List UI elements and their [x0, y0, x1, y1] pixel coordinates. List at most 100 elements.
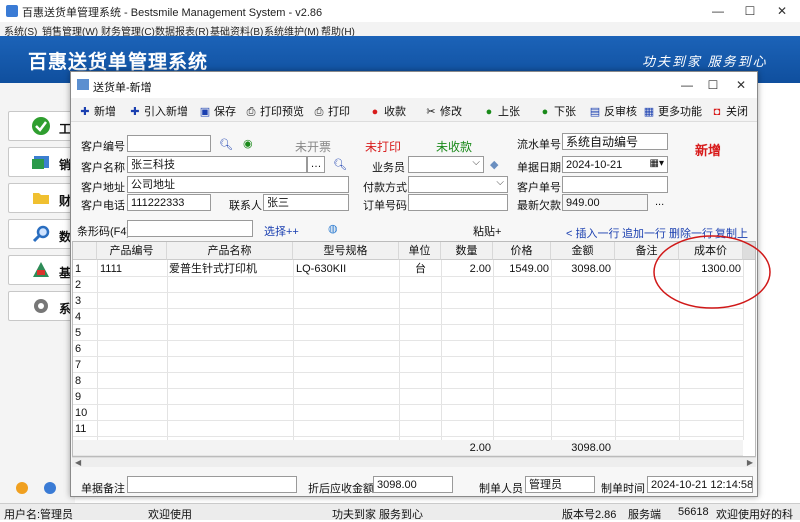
table-row[interactable]: 11 [73, 421, 743, 437]
menu-bar: 系统(S) 销售管理(W) 财务管理(C) 数据报表(R) 基础资料(B) 系统… [0, 22, 800, 38]
salesman-label: 业务员 [372, 162, 405, 174]
address-input[interactable]: 公司地址 [127, 176, 349, 193]
table-row[interactable]: 3 [73, 293, 743, 309]
contact-input[interactable]: 张三 [263, 194, 349, 211]
sidebar-item-system[interactable]: 系 [8, 291, 78, 321]
select-product-link[interactable]: 选择++ [264, 223, 299, 239]
phone-label: 客户电话 [81, 200, 125, 212]
table-row[interactable]: 6 [73, 341, 743, 357]
sidebar-item-work[interactable]: 工 [8, 111, 78, 141]
insert-row-button[interactable]: < 插入一行 [566, 225, 619, 241]
table-row[interactable]: 4 [73, 309, 743, 325]
receivable-input[interactable]: 3098.00 [373, 476, 453, 493]
remark-input[interactable] [127, 476, 297, 493]
maker-label: 制单人员 [479, 483, 523, 495]
mode-badge: 新增 [695, 143, 722, 158]
column-header[interactable]: 产品名称 [167, 242, 293, 260]
receive-payment-button[interactable]: ● 收款 [369, 103, 406, 119]
dialog-minimize-icon[interactable]: — [675, 76, 699, 94]
sidebar-item-finance[interactable]: 财 [8, 183, 78, 213]
table-row[interactable]: 2 [73, 277, 743, 293]
table-row[interactable]: 7 [73, 357, 743, 373]
sidebar-item-data[interactable]: 数 [8, 219, 78, 249]
row-number-header [73, 242, 97, 260]
delivery-note-dialog: 送货单-新增 — ☐ ✕ ✚ 新增 ✚ 引入新增 ▣ 保存 ⎙ 打印预览 ⎙ 打印 ● 收款… [70, 71, 771, 497]
search-icon[interactable]: 🔍︎ [219, 138, 233, 151]
maker-input[interactable]: 管理员 [525, 476, 595, 493]
customer-name-input[interactable]: 张三科技 [127, 156, 307, 173]
minimize-icon[interactable]: — [706, 2, 730, 20]
close-button[interactable]: ◘ 关闭 [711, 103, 748, 119]
import-new-button[interactable]: ✚ 引入新增 [129, 103, 188, 119]
contact-label: 联系人 [229, 200, 262, 212]
print-preview-button[interactable]: ⎙ 打印预览 [245, 103, 304, 119]
next-button[interactable]: ● 下张 [539, 103, 576, 119]
table-row[interactable]: 5 [73, 325, 743, 341]
search-icon [32, 225, 50, 243]
dialog-close-icon[interactable]: ✕ [729, 76, 753, 94]
more-functions-button[interactable]: ▦ 更多功能 [643, 103, 702, 119]
app-title-bar: 百惠送货单管理系统 - Bestsmile Management System … [0, 0, 800, 22]
close-icon: ◘ [713, 106, 721, 118]
calendar-icon[interactable]: ▦▾ [650, 157, 664, 171]
payment-method-select[interactable] [408, 176, 508, 193]
dialog-title: 送货单-新增 [93, 82, 152, 94]
phone-input[interactable]: 111222333 [127, 194, 211, 211]
column-header[interactable]: 金额 [551, 242, 615, 260]
diamond-icon[interactable]: ◆ [490, 158, 498, 171]
info-icon[interactable] [44, 482, 56, 494]
annotation-circle [653, 235, 771, 309]
save-button[interactable]: ▣ 保存 [199, 103, 236, 119]
maximize-icon[interactable]: ☐ [738, 2, 762, 20]
table-row[interactable]: 8 [73, 373, 743, 389]
globe-icon[interactable]: ◍ [328, 222, 338, 235]
barcode-input[interactable] [127, 220, 253, 237]
prev-button[interactable]: ● 上张 [483, 103, 520, 119]
column-header[interactable]: 价格 [493, 242, 551, 260]
serial-input[interactable]: 系统自动编号 [562, 133, 668, 150]
date-picker[interactable]: 2024-10-21 ▦▾ [562, 156, 668, 173]
status-port: 56618 [678, 506, 709, 518]
coins-icon: ● [371, 106, 379, 118]
invoice-status: 未开票 [295, 140, 332, 154]
help-icon[interactable] [16, 482, 28, 494]
customer-code-label: 客户编号 [81, 141, 125, 153]
table-row[interactable]: 9 [73, 389, 743, 405]
column-header[interactable]: 型号规格 [293, 242, 399, 260]
paste-button[interactable]: 粘贴+ [473, 223, 501, 239]
time-input[interactable]: 2024-10-21 12:14:58 [647, 476, 753, 493]
search-icon[interactable]: 🔍︎ [333, 158, 347, 171]
print-status: 未打印 [365, 140, 402, 154]
order-number-input[interactable] [408, 194, 508, 211]
balance-label: 最新欠款 [517, 200, 561, 212]
unaudit-button[interactable]: ▤ 反审核 [589, 103, 637, 119]
new-button[interactable]: ✚ 新增 [79, 103, 116, 119]
sidebar-item-basic[interactable]: 基 [8, 255, 78, 285]
close-icon[interactable]: ✕ [770, 2, 794, 20]
horizontal-scrollbar[interactable]: ◀ ▶ [72, 457, 756, 467]
sidebar: 工 销 财 数 基 系 [0, 83, 78, 503]
balance-detail-button[interactable]: ... [655, 196, 664, 208]
salesman-select[interactable] [408, 156, 484, 173]
dialog-maximize-icon[interactable]: ☐ [701, 76, 725, 94]
customer-code-input[interactable] [127, 135, 211, 152]
scroll-left-icon[interactable]: ◀ [75, 458, 81, 467]
column-header[interactable]: 单位 [399, 242, 441, 260]
balance-input: 949.00 [562, 194, 648, 211]
order-number-label: 订单号码 [363, 200, 407, 212]
column-header[interactable]: 产品编号 [97, 242, 167, 260]
edit-button[interactable]: ✂ 修改 [425, 103, 462, 119]
table-row[interactable]: 1 1111 爱普生针式打印机 LQ-630KII 台 2.00 1549.00… [73, 261, 743, 277]
table-row[interactable]: 10 [73, 405, 743, 421]
totals-row: 2.00 3098.00 [73, 440, 743, 456]
scroll-right-icon[interactable]: ▶ [747, 458, 753, 467]
edit-icon: ✂ [426, 106, 436, 118]
plus-icon: ✚ [80, 106, 90, 118]
dialog-title-bar: 送货单-新增 — ☐ ✕ [71, 72, 757, 98]
column-header[interactable]: 数量 [441, 242, 493, 260]
customer-browse-button[interactable]: … [307, 156, 325, 173]
print-button[interactable]: ⎙ 打印 [313, 103, 350, 119]
customer-order-input[interactable] [562, 176, 668, 193]
sidebar-item-sales[interactable]: 销 [8, 147, 78, 177]
refresh-icon[interactable]: ◉ [243, 137, 253, 150]
